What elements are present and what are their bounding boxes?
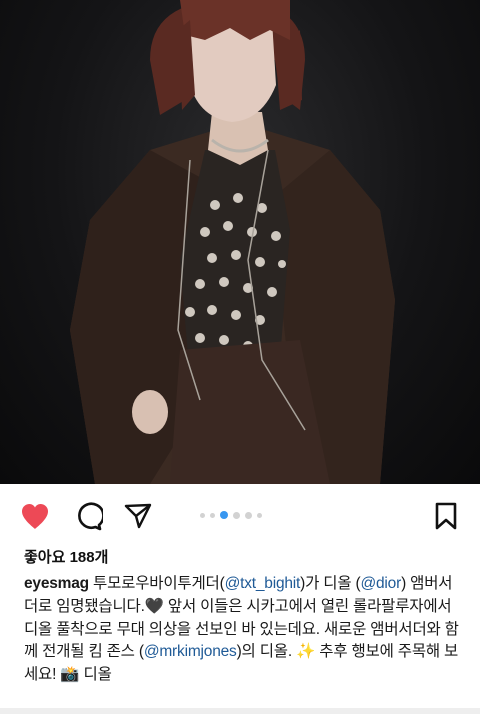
bottom-divider (0, 708, 480, 714)
post-action-bar (0, 494, 480, 538)
caption-text: 투모로우바이투게더( (88, 575, 225, 592)
carousel-indicator (200, 510, 262, 520)
paper-plane-icon[interactable] (122, 500, 154, 532)
mention-link[interactable]: @txt_bighit (225, 575, 301, 592)
carousel-dot-active (220, 511, 228, 519)
post-caption: eyesmag 투모로우바이투게더(@txt_bighit)가 디올 (@dio… (24, 573, 466, 687)
carousel-dot (257, 512, 262, 518)
likes-count[interactable]: 좋아요 188개 (24, 546, 108, 567)
caption-text: )가 디올 ( (300, 575, 361, 592)
carousel-dot (210, 512, 215, 518)
caption-username[interactable]: eyesmag (24, 575, 89, 592)
carousel-dot (200, 512, 205, 518)
carousel-dot (245, 511, 252, 519)
comment-bubble-icon[interactable] (72, 500, 104, 532)
carousel-dot (233, 511, 240, 519)
mention-link[interactable]: @mrkimjones (144, 643, 237, 660)
bookmark-icon[interactable] (430, 500, 462, 532)
post-image[interactable] (0, 0, 480, 484)
mention-link[interactable]: @dior (360, 575, 401, 592)
portrait-photo (70, 0, 395, 484)
heart-filled-icon[interactable] (19, 500, 51, 532)
